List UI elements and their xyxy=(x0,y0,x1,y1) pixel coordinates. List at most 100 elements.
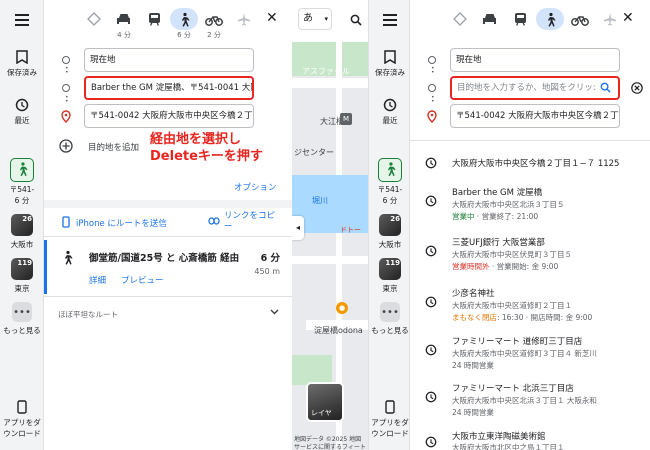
recent-button[interactable]: 最近 xyxy=(369,98,411,126)
mode-bicycle[interactable] xyxy=(566,8,594,30)
connector-dots-icon: • • xyxy=(431,94,435,105)
walking-icon xyxy=(548,12,556,27)
suggestion-item[interactable]: 大阪府大阪市中央区今橋２丁目１−７ 1125 xyxy=(410,155,650,175)
mode-walk[interactable] xyxy=(536,8,564,30)
suggestion-address: 大阪府大阪市中央区北浜３丁目５ xyxy=(452,200,565,209)
suggestion-item[interactable]: ファミリーマート 北浜三丁目店 大阪府大阪市中央区北浜３丁目１ 大阪永和 24 … xyxy=(410,382,650,422)
suggestion-title: ファミリーマート 道修町三丁目店 xyxy=(452,337,583,347)
saved-button[interactable]: 保存済み xyxy=(369,50,411,78)
map-view[interactable]: あ ▾ アスファール 大江橋 M ジセンター 堀川 ドトー ● 淀屋橋odona … xyxy=(292,0,368,450)
suggestion-hours: まもなく閉店: 16:30 · 開店時間: 金 9:00 xyxy=(452,313,593,322)
recent-label: 最近 xyxy=(14,116,30,125)
station-icon: M xyxy=(340,113,352,125)
suggestion-hours: 24 時間営業 xyxy=(452,361,494,370)
more-button[interactable]: ••• もっと見る xyxy=(369,302,411,336)
place-label: 東京 xyxy=(382,284,398,293)
recent-place-tokyo[interactable]: 119 東京 xyxy=(0,258,44,294)
waypoint-input-empty[interactable]: 目的地を入力するか、地図をクリッ: xyxy=(450,76,620,100)
route-option[interactable]: 御堂筋/国道25号 と 心斎橋筋 経由 6 分 450 m 詳細 プレビュー xyxy=(44,240,292,294)
walk-route-thumb xyxy=(10,158,34,182)
walk-route-thumb xyxy=(378,158,402,182)
download-app-label-2: ウンロード xyxy=(371,429,409,438)
mode-best[interactable] xyxy=(446,8,474,30)
mode-transit[interactable] xyxy=(506,8,534,30)
destination-input[interactable]: 〒541-0042 大阪府大阪市中央区今橋２丁目 xyxy=(84,104,254,128)
search-icon[interactable] xyxy=(600,82,611,93)
options-button[interactable]: オプション xyxy=(234,181,277,193)
origin-input[interactable]: 現在地 xyxy=(84,48,254,72)
preview-button[interactable]: プレビュー xyxy=(121,274,164,286)
car-icon xyxy=(117,13,130,24)
recent-place-osaka[interactable]: 26 大阪市 xyxy=(369,214,411,250)
bicycle-icon xyxy=(571,15,589,26)
map-label: 堀川 xyxy=(312,196,328,205)
close-directions-icon[interactable]: ✕ xyxy=(622,10,634,26)
place-thumbnail: 26 xyxy=(379,214,401,236)
phone-icon xyxy=(17,400,27,414)
recent-walk-route[interactable]: 〒541- 6 分 xyxy=(369,158,411,206)
chevron-down-icon[interactable] xyxy=(270,309,279,315)
menu-button[interactable] xyxy=(369,14,411,29)
copy-link-label-1: リンクをコピ xyxy=(224,211,276,221)
suggestion-title: Barber the GM 淀屋橋 xyxy=(452,188,543,198)
download-app-label-2: ウンロード xyxy=(3,429,41,438)
park-area xyxy=(292,355,332,385)
suggestion-item[interactable]: 大阪市立東洋陶磁美術館 大阪府大阪市北区中之島１丁目１ xyxy=(410,430,650,450)
remove-waypoint-icon[interactable] xyxy=(631,82,643,94)
details-button[interactable]: 詳細 xyxy=(89,274,106,286)
mode-car[interactable] xyxy=(476,8,504,30)
search-icon[interactable] xyxy=(350,14,362,26)
recent-button[interactable]: 最近 xyxy=(0,98,44,126)
origin-input[interactable]: 現在地 xyxy=(450,48,620,72)
add-destination-button[interactable]: 目的地を追加 xyxy=(88,141,139,153)
mode-transit[interactable] xyxy=(140,8,168,30)
history-icon xyxy=(383,98,397,112)
route-time: 6 分 xyxy=(260,253,280,264)
mode-walk[interactable]: 6 分 xyxy=(170,8,198,40)
collapse-panel-button[interactable]: ◂ xyxy=(292,216,304,240)
walk-route-time: 6 分 xyxy=(382,196,398,205)
suggestion-title: 大阪市立東洋陶磁美術館 xyxy=(452,432,546,442)
layers-label: レイヤ xyxy=(311,409,332,417)
history-clock-icon xyxy=(425,245,437,257)
more-label: もっと見る xyxy=(371,326,409,335)
language-select[interactable]: あ ▾ xyxy=(298,8,332,30)
suggestion-item[interactable]: Barber the GM 淀屋橋 大阪府大阪市中央区北浜３丁目５ 営業中 · … xyxy=(410,186,650,226)
link-icon xyxy=(208,217,220,225)
recent-place-osaka[interactable]: 26 大阪市 xyxy=(0,214,44,250)
train-icon xyxy=(148,13,160,26)
walking-icon xyxy=(388,161,396,176)
suggestion-address: 大阪府大阪市中央区北浜３丁目１ 大阪永和 xyxy=(452,396,597,405)
download-app-label-1: アプリをダ xyxy=(3,418,41,427)
copy-link-label-2: ー xyxy=(224,222,233,232)
menu-button[interactable] xyxy=(0,14,44,29)
close-directions-icon[interactable]: ✕ xyxy=(266,10,278,26)
destination-input[interactable]: 〒541-0042 大阪府大阪市中央区今橋２丁 xyxy=(450,104,620,128)
suggestion-item[interactable]: ファミリーマート 道修町三丁目店 大阪府大阪市中央区道修町３丁目４ 新芝川 24… xyxy=(410,335,650,375)
annotation-text: 経由地を選択し Deleteキーを押す xyxy=(150,131,263,165)
suggestion-item[interactable]: 三菱UFJ銀行 大阪営業部 大阪府大阪市中央区伏見町３丁目５ 営業時間外 · 営… xyxy=(410,236,650,276)
send-to-iphone-link[interactable]: iPhone にルートを送信 xyxy=(76,217,167,229)
place-label: 大阪市 xyxy=(10,240,34,249)
download-app-button[interactable]: アプリをダ ウンロード xyxy=(0,400,44,439)
phone-send-icon xyxy=(62,216,70,228)
suggestion-item[interactable]: 少彦名神社 大阪府大阪市中央区道修町２丁目１ まもなく閉店: 16:30 · 開… xyxy=(410,287,650,327)
recent-walk-route[interactable]: 〒541- 6 分 xyxy=(0,158,44,206)
mode-car[interactable]: 4 分 xyxy=(110,8,138,40)
history-clock-icon xyxy=(425,391,437,403)
walk-route-dest: 〒541- xyxy=(377,185,403,194)
mode-flight[interactable] xyxy=(230,8,258,30)
mode-bicycle[interactable]: 2 分 xyxy=(200,8,228,40)
saved-button[interactable]: 保存済み xyxy=(0,50,44,78)
mode-best[interactable] xyxy=(80,8,108,30)
place-thumbnail: 119 xyxy=(379,258,401,280)
mode-flight[interactable] xyxy=(596,8,624,30)
recent-place-tokyo[interactable]: 119 東京 xyxy=(369,258,411,294)
download-app-label-1: アプリをダ xyxy=(371,418,409,427)
history-clock-icon xyxy=(425,195,437,207)
layers-button[interactable]: レイヤ xyxy=(306,382,344,422)
waypoint-input[interactable]: Barber the GM 淀屋橋、〒541-0041 大阪 xyxy=(84,76,254,100)
download-app-button[interactable]: アプリをダ ウンロード xyxy=(369,400,411,439)
copy-link-button[interactable]: リンクをコピ ー xyxy=(224,211,275,233)
more-button[interactable]: ••• もっと見る xyxy=(0,302,44,336)
